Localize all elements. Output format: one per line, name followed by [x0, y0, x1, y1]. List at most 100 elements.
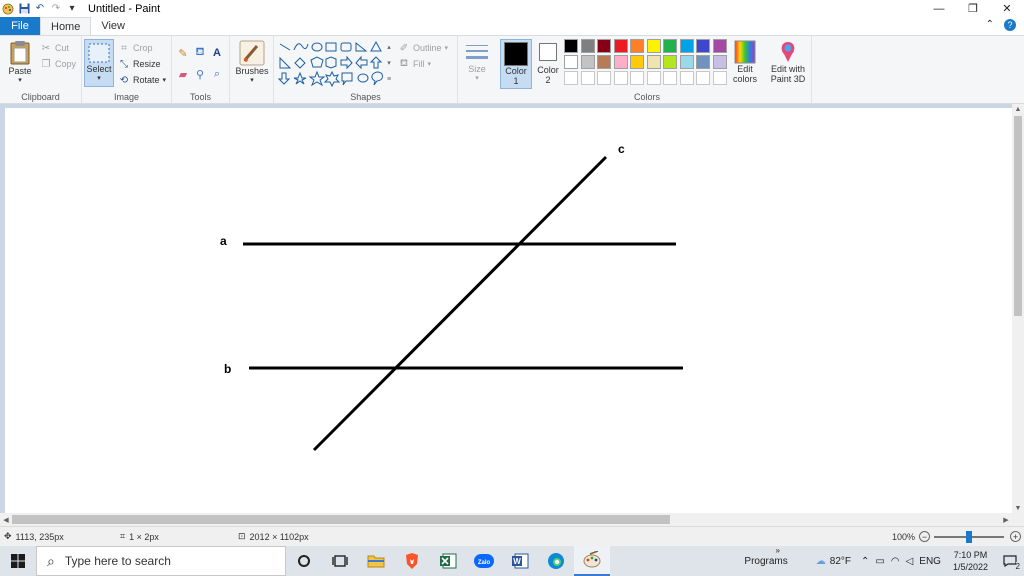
scroll-up-icon[interactable]: ▲ — [1012, 104, 1024, 114]
zoom-out-icon[interactable]: − — [919, 531, 931, 542]
horizontal-scroll-thumb[interactable] — [12, 515, 670, 524]
color-swatch[interactable] — [630, 71, 644, 85]
color-swatch[interactable] — [613, 39, 628, 53]
shapes-more-icon[interactable]: ≡ — [382, 72, 396, 86]
color-swatch[interactable] — [679, 39, 694, 53]
brave-browser-icon[interactable] — [394, 546, 430, 576]
tab-view[interactable]: View — [91, 17, 135, 35]
color-swatch[interactable] — [663, 39, 677, 53]
color-swatch[interactable] — [679, 55, 694, 69]
weather-temperature[interactable]: 82°F — [830, 556, 851, 567]
magnifier-icon[interactable]: ⌕ — [210, 67, 224, 81]
color-swatch[interactable] — [646, 71, 661, 85]
cortana-icon[interactable] — [286, 546, 322, 576]
clock[interactable]: 7:10 PM 1/5/2022 — [945, 549, 996, 573]
color-swatch[interactable] — [696, 71, 710, 85]
drawing-canvas[interactable]: a b c — [5, 108, 1012, 513]
customize-quick-access-icon[interactable]: ▾ — [66, 3, 78, 15]
restore-button[interactable]: ❐ — [956, 0, 990, 17]
color-picker-icon[interactable]: ⚲ — [193, 67, 207, 81]
cut-button[interactable]: ✂ Cut — [40, 41, 69, 55]
color-swatch[interactable] — [613, 71, 628, 85]
color-swatch[interactable] — [679, 71, 694, 85]
task-view-icon[interactable] — [322, 546, 358, 576]
zoom-slider-thumb[interactable] — [966, 531, 972, 543]
size-button[interactable]: Size ▾ — [462, 42, 492, 84]
color-swatch[interactable] — [580, 71, 595, 85]
text-tool-icon[interactable]: A — [210, 46, 224, 60]
color-1-button[interactable]: Color 1 — [500, 39, 532, 89]
color-swatch[interactable] — [663, 71, 677, 85]
edit-colors-button[interactable]: Edit colors — [730, 40, 760, 84]
shapes-scroll-up-icon[interactable]: ▴ — [382, 40, 396, 54]
rotate-button[interactable]: ⟲ Rotate ▾ — [118, 73, 166, 87]
tab-file[interactable]: File — [0, 17, 40, 35]
color-swatch[interactable] — [696, 39, 710, 53]
paste-button[interactable]: Paste ▾ — [6, 40, 34, 86]
fill-button[interactable]: ⛾ Fill ▾ — [398, 57, 431, 71]
color-swatch[interactable] — [696, 55, 710, 69]
color-swatch[interactable] — [580, 55, 595, 69]
color-swatch[interactable] — [597, 39, 611, 53]
word-icon[interactable]: W — [502, 546, 538, 576]
outline-button[interactable]: ✐ Outline ▾ — [398, 41, 448, 55]
redo-icon[interactable]: ↷ — [50, 3, 62, 15]
taskbar-search-box[interactable]: ⌕ Type here to search — [36, 546, 286, 576]
start-button[interactable] — [0, 546, 36, 576]
horizontal-scrollbar[interactable]: ◀ ▶ — [0, 513, 1012, 526]
copy-button[interactable]: ❐ Copy — [40, 57, 77, 71]
paint-app-icon[interactable] — [2, 3, 14, 15]
shapes-gallery[interactable] — [278, 40, 396, 88]
color-swatch[interactable] — [646, 55, 661, 69]
color-swatch[interactable] — [663, 55, 677, 69]
zoom-in-icon[interactable]: + — [1010, 531, 1021, 542]
resize-button[interactable]: ⤡ Resize — [118, 57, 161, 71]
color-swatch[interactable] — [712, 55, 727, 69]
color-swatch[interactable] — [597, 71, 611, 85]
paint-taskbar-icon[interactable] — [574, 546, 610, 576]
language-indicator[interactable]: ENG — [919, 556, 941, 567]
pencil-icon[interactable]: ✎ — [176, 46, 190, 60]
vertical-scrollbar[interactable]: ▲ ▼ — [1012, 104, 1024, 513]
color-swatch[interactable] — [646, 39, 661, 53]
color-swatch[interactable] — [630, 55, 644, 69]
color-swatch[interactable] — [630, 39, 644, 53]
color-swatch[interactable] — [712, 39, 727, 53]
color-swatch[interactable] — [564, 39, 578, 53]
minimize-button[interactable]: — — [922, 0, 956, 17]
fill-bucket-icon[interactable]: ⛾ — [193, 46, 207, 60]
file-explorer-icon[interactable] — [358, 546, 394, 576]
help-icon[interactable]: ? — [1004, 19, 1016, 31]
tab-home[interactable]: Home — [40, 17, 92, 35]
scroll-right-icon[interactable]: ▶ — [1000, 513, 1012, 526]
shapes-scroll-down-icon[interactable]: ▾ — [382, 56, 396, 70]
zalo-icon[interactable]: Zalo — [466, 546, 502, 576]
color-2-button[interactable]: Color 2 — [534, 41, 562, 85]
collapse-ribbon-icon[interactable]: ⌃ — [986, 19, 994, 31]
edit-with-paint-3d-button[interactable]: Edit with Paint 3D — [766, 40, 810, 84]
crop-button[interactable]: ⌗ Crop — [118, 41, 152, 55]
volume-icon[interactable]: ◁ — [906, 556, 914, 567]
scroll-left-icon[interactable]: ◀ — [0, 513, 12, 526]
programs-toolbar[interactable]: Programs — [744, 556, 787, 567]
scroll-down-icon[interactable]: ▼ — [1012, 503, 1024, 513]
vertical-scroll-thumb[interactable] — [1014, 116, 1022, 316]
color-swatch[interactable] — [580, 39, 595, 53]
battery-icon[interactable]: ▭ — [875, 556, 884, 567]
close-button[interactable]: ✕ — [990, 0, 1024, 17]
show-hidden-icons-icon[interactable]: ⌃ — [861, 556, 869, 567]
edge-browser-icon[interactable] — [538, 546, 574, 576]
save-icon[interactable] — [18, 3, 30, 15]
brushes-button[interactable]: Brushes ▾ — [234, 40, 270, 86]
select-button[interactable]: Select ▾ — [84, 39, 114, 87]
excel-icon[interactable] — [430, 546, 466, 576]
color-swatch[interactable] — [712, 71, 727, 85]
toolbar-expand-icon[interactable]: » — [776, 546, 780, 555]
color-swatch[interactable] — [564, 71, 578, 85]
weather-icon[interactable]: ☁ — [816, 556, 826, 567]
undo-icon[interactable]: ↶ — [34, 3, 46, 15]
color-swatch[interactable] — [564, 55, 578, 69]
color-swatch[interactable] — [597, 55, 611, 69]
wifi-icon[interactable]: ◠ — [891, 556, 900, 567]
notification-center-button[interactable]: 2 — [996, 546, 1024, 576]
